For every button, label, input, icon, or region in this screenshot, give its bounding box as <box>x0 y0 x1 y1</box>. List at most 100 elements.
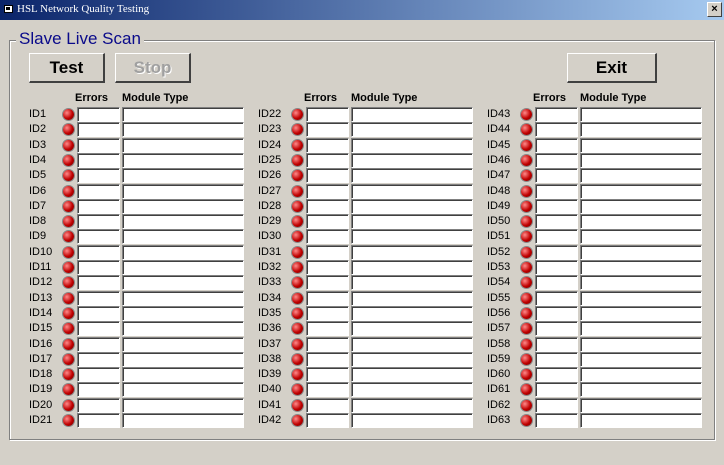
errors-field[interactable] <box>535 336 578 352</box>
errors-field[interactable] <box>77 244 120 260</box>
errors-field[interactable] <box>306 260 349 275</box>
errors-field[interactable] <box>306 382 349 398</box>
module-type-field[interactable] <box>122 260 244 275</box>
module-type-field[interactable] <box>122 321 244 337</box>
errors-field[interactable] <box>306 137 349 153</box>
module-type-field[interactable] <box>351 214 473 230</box>
errors-field[interactable] <box>306 321 349 337</box>
module-type-field[interactable] <box>122 122 244 138</box>
errors-field[interactable] <box>77 122 120 138</box>
errors-field[interactable] <box>306 122 349 138</box>
module-type-field[interactable] <box>122 305 244 321</box>
errors-field[interactable] <box>77 137 120 153</box>
errors-field[interactable] <box>306 244 349 260</box>
module-type-field[interactable] <box>122 413 244 428</box>
module-type-field[interactable] <box>351 122 473 138</box>
test-button[interactable]: Test <box>29 53 105 83</box>
module-type-field[interactable] <box>122 183 244 199</box>
errors-field[interactable] <box>77 260 120 275</box>
errors-field[interactable] <box>535 214 578 230</box>
errors-field[interactable] <box>306 305 349 321</box>
module-type-field[interactable] <box>580 260 702 275</box>
errors-field[interactable] <box>535 244 578 260</box>
errors-field[interactable] <box>535 413 578 428</box>
module-type-field[interactable] <box>122 168 244 184</box>
errors-field[interactable] <box>535 305 578 321</box>
errors-field[interactable] <box>77 397 120 413</box>
errors-field[interactable] <box>77 229 120 245</box>
module-type-field[interactable] <box>351 107 473 122</box>
module-type-field[interactable] <box>122 275 244 291</box>
errors-field[interactable] <box>77 198 120 214</box>
module-type-field[interactable] <box>122 198 244 214</box>
module-type-field[interactable] <box>580 214 702 230</box>
close-button[interactable]: × <box>707 2 722 17</box>
errors-field[interactable] <box>306 168 349 184</box>
module-type-field[interactable] <box>351 367 473 383</box>
exit-button[interactable]: Exit <box>567 53 657 83</box>
module-type-field[interactable] <box>122 367 244 383</box>
errors-field[interactable] <box>306 397 349 413</box>
errors-field[interactable] <box>535 229 578 245</box>
module-type-field[interactable] <box>122 382 244 398</box>
errors-field[interactable] <box>535 168 578 184</box>
errors-field[interactable] <box>77 413 120 428</box>
errors-field[interactable] <box>306 413 349 428</box>
stop-button[interactable]: Stop <box>115 53 191 83</box>
errors-field[interactable] <box>535 107 578 122</box>
module-type-field[interactable] <box>122 290 244 306</box>
module-type-field[interactable] <box>122 137 244 153</box>
module-type-field[interactable] <box>122 336 244 352</box>
module-type-field[interactable] <box>580 122 702 138</box>
module-type-field[interactable] <box>122 152 244 168</box>
module-type-field[interactable] <box>122 214 244 230</box>
errors-field[interactable] <box>535 382 578 398</box>
module-type-field[interactable] <box>351 183 473 199</box>
errors-field[interactable] <box>306 275 349 291</box>
errors-field[interactable] <box>306 198 349 214</box>
module-type-field[interactable] <box>122 397 244 413</box>
errors-field[interactable] <box>77 382 120 398</box>
module-type-field[interactable] <box>351 275 473 291</box>
errors-field[interactable] <box>535 122 578 138</box>
module-type-field[interactable] <box>580 275 702 291</box>
module-type-field[interactable] <box>580 336 702 352</box>
errors-field[interactable] <box>535 275 578 291</box>
module-type-field[interactable] <box>351 413 473 428</box>
errors-field[interactable] <box>535 260 578 275</box>
module-type-field[interactable] <box>351 290 473 306</box>
module-type-field[interactable] <box>351 382 473 398</box>
module-type-field[interactable] <box>351 260 473 275</box>
errors-field[interactable] <box>306 152 349 168</box>
module-type-field[interactable] <box>580 321 702 337</box>
module-type-field[interactable] <box>580 351 702 367</box>
errors-field[interactable] <box>77 152 120 168</box>
module-type-field[interactable] <box>351 305 473 321</box>
errors-field[interactable] <box>535 321 578 337</box>
module-type-field[interactable] <box>351 321 473 337</box>
errors-field[interactable] <box>535 198 578 214</box>
errors-field[interactable] <box>77 168 120 184</box>
module-type-field[interactable] <box>122 351 244 367</box>
errors-field[interactable] <box>77 107 120 122</box>
module-type-field[interactable] <box>580 305 702 321</box>
module-type-field[interactable] <box>580 183 702 199</box>
errors-field[interactable] <box>306 107 349 122</box>
module-type-field[interactable] <box>580 397 702 413</box>
errors-field[interactable] <box>306 351 349 367</box>
module-type-field[interactable] <box>351 244 473 260</box>
errors-field[interactable] <box>77 367 120 383</box>
module-type-field[interactable] <box>580 367 702 383</box>
module-type-field[interactable] <box>351 336 473 352</box>
errors-field[interactable] <box>77 321 120 337</box>
module-type-field[interactable] <box>580 152 702 168</box>
errors-field[interactable] <box>77 351 120 367</box>
module-type-field[interactable] <box>580 244 702 260</box>
errors-field[interactable] <box>77 183 120 199</box>
module-type-field[interactable] <box>351 137 473 153</box>
errors-field[interactable] <box>535 367 578 383</box>
errors-field[interactable] <box>535 137 578 153</box>
errors-field[interactable] <box>535 397 578 413</box>
errors-field[interactable] <box>77 275 120 291</box>
module-type-field[interactable] <box>122 229 244 245</box>
